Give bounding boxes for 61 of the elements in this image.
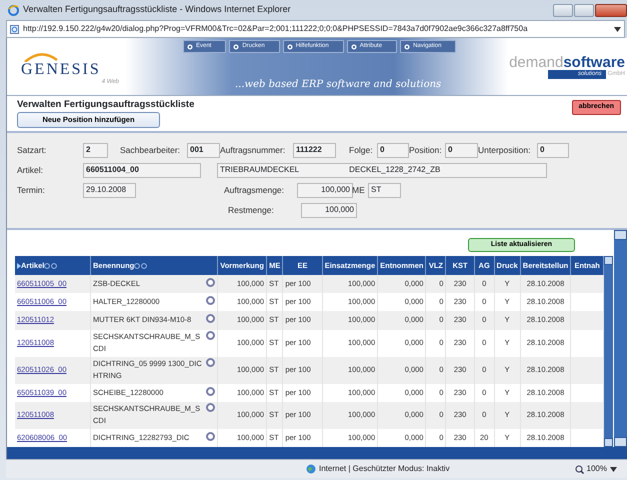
input-field[interactable]: 660511004_00 [83,162,201,178]
window-title: Verwalten Fertigungsauftragsstückliste - Windows Internet Explorer [23,3,291,16]
input-field[interactable]: 0 [537,142,569,158]
minimize-button[interactable] [553,4,573,16]
field-label: Auftragsmenge: [224,184,286,197]
dropdown-caret-icon[interactable] [614,26,621,32]
logo-text: GENESIS [21,62,102,78]
close-button[interactable] [595,4,627,16]
input-field[interactable]: TRIEBRAUMDECKEL DECKEL_1228_2742_ZB [217,162,547,178]
input-field[interactable]: 29.10.2008 [83,182,136,198]
input-field[interactable]: 100,000 [301,202,357,218]
url-text: http://192.9.150.222/g4w20/dialog.php?Prog=VFRM00&Trc=02&Par=2;001;111222;0;0;0&PHPSESSID=7843a7d0f7902ae9c366c327a8ff750a [23,23,528,35]
input-field[interactable]: 0 [445,142,478,158]
table-scrollbar[interactable] [604,256,613,447]
zoom-icon[interactable] [574,464,584,474]
slogan-text: ...web based ERP software and solutions [234,78,442,92]
field-label: Auftragsnummer: [220,144,286,157]
input-field[interactable]: 001 [187,142,220,158]
page-scrollbar[interactable] [614,230,627,447]
field-label: Satzart: [17,144,48,157]
sort-icon[interactable] [134,263,148,270]
zoom-level[interactable]: 100% [586,463,607,475]
field-label: Sachbearbeiter: [120,144,182,157]
vendor-logo: demandsoftware [509,54,625,70]
input-field[interactable]: 0 [377,142,409,158]
circle-icon[interactable] [206,278,216,288]
dropdown-caret-icon[interactable] [610,466,617,472]
field-label: Unterposition: [478,144,532,157]
field-value: DECKEL_1228_2742_ZB [349,164,440,176]
field-label: Termin: [17,184,46,197]
circle-icon[interactable] [206,432,216,441]
input-field[interactable]: 111222 [293,142,336,158]
field-label: Restmenge: [228,204,275,217]
field-label: Position: [409,144,443,157]
circle-icon[interactable] [206,358,216,368]
field-label: ME [352,184,366,197]
field-label: Artikel: [17,164,44,177]
maximize-button[interactable] [574,4,594,16]
field-label: Folge: [349,144,374,157]
input-field[interactable]: 2 [83,142,108,158]
globe-icon [306,464,316,474]
circle-icon[interactable] [206,296,216,306]
circle-icon [404,44,410,50]
input-field[interactable]: ST [368,182,401,198]
circle-icon [350,44,357,50]
page-title: Verwalten Fertigungsauftragsstückliste [17,99,194,110]
address-bar[interactable]: http://192.9.150.222/g4w20/dialog.php?Prog=VFRM00&Trc=02&Par=2;001;111222;0;0;0&PHPSESSID=7843a7d0f7902ae9c366c327a8ff750a [6,20,625,38]
sort-icon[interactable] [44,263,58,270]
input-field[interactable]: 100,000 [297,182,353,198]
circle-icon[interactable] [206,386,216,396]
browser-icon [8,4,19,16]
circle-icon[interactable] [206,403,216,412]
page-icon [10,24,19,34]
field-value: TRIEBRAUMDECKEL [220,164,300,176]
circle-icon[interactable] [206,314,216,324]
circle-icon [286,44,293,50]
circle-icon [233,44,240,50]
security-zone-text: Internet | Geschützter Modus: Inaktiv [319,463,450,475]
sort-arrow-icon [17,263,21,270]
circle-icon[interactable] [206,331,216,340]
circle-icon [187,44,193,50]
